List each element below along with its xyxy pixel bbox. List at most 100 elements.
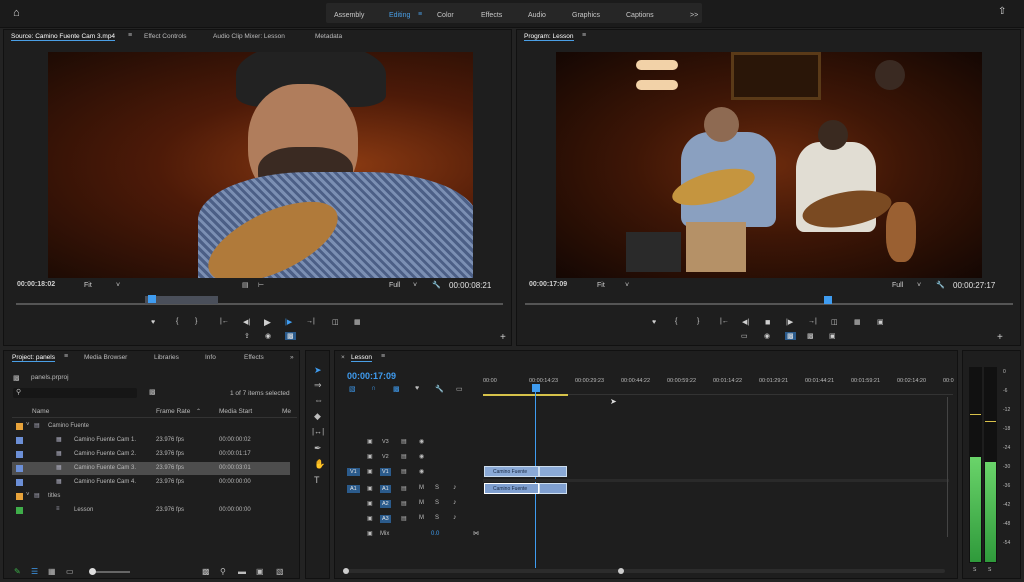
program-quality-select[interactable]: Full xyxy=(892,282,903,289)
tab-sequence[interactable]: Lesson xyxy=(351,354,372,362)
scroll-end-handle[interactable] xyxy=(618,568,624,574)
tab-media-browser[interactable]: Media Browser xyxy=(84,354,127,361)
track-label[interactable]: V2 xyxy=(380,453,391,461)
column-frame-rate[interactable]: Frame Rate xyxy=(156,408,190,415)
share-icon[interactable]: ⇧ xyxy=(998,6,1006,17)
linked-selection-icon[interactable]: ▩ xyxy=(393,385,400,393)
step-back-icon[interactable]: ◀| xyxy=(742,318,749,326)
workspace-effects[interactable]: Effects xyxy=(481,12,502,19)
marker-icon[interactable]: ♥ xyxy=(652,319,656,326)
source-playhead[interactable] xyxy=(148,295,156,303)
lock-icon[interactable]: ▣ xyxy=(367,515,373,522)
solo-right-button[interactable]: S xyxy=(988,567,991,573)
play-icon[interactable]: ▶ xyxy=(264,317,271,328)
compare-icon[interactable]: ▩ xyxy=(285,332,296,340)
source-patch-button[interactable]: V1 xyxy=(347,468,360,476)
track-select-tool-icon[interactable]: ⇒ xyxy=(314,380,322,391)
microphone-icon[interactable]: ♪ xyxy=(453,484,457,491)
track-header-a3[interactable]: ▣ A3 ▤ M S ♪ xyxy=(339,513,479,528)
column-media-end[interactable]: Me xyxy=(282,408,291,415)
tab-libraries[interactable]: Libraries xyxy=(154,354,179,361)
solo-left-button[interactable]: S xyxy=(973,567,976,573)
project-item-row[interactable]: ▦ Camino Fuente Cam 1. 23.976 fps 00:00:00:… xyxy=(12,434,290,447)
export-frame-icon[interactable]: ⇪ xyxy=(244,332,250,340)
label-color-swatch[interactable] xyxy=(16,479,23,486)
column-media-start[interactable]: Media Start xyxy=(219,408,252,415)
chevron-down-icon[interactable]: ˅ xyxy=(26,492,30,498)
automate-icon[interactable]: ▩ xyxy=(202,567,210,576)
search-input[interactable]: ⚲ xyxy=(13,388,137,398)
project-item-row[interactable]: ≡ Lesson 23.976 fps 00:00:00:00 xyxy=(12,504,290,517)
track-header-v2[interactable]: ▣ V2 ▤ ◉ xyxy=(339,451,479,466)
tab-metadata[interactable]: Metadata xyxy=(315,33,342,40)
program-playhead[interactable] xyxy=(824,296,832,304)
razor-tool-icon[interactable]: ◆ xyxy=(314,411,321,422)
selection-tool-icon[interactable]: ➤ xyxy=(314,365,322,376)
trim-icon[interactable]: ▣ xyxy=(877,318,884,326)
tab-program[interactable]: Program: Lesson xyxy=(524,33,574,41)
more-workspaces-button[interactable]: >> xyxy=(690,12,698,19)
microphone-icon[interactable]: ♪ xyxy=(453,499,457,506)
scroll-start-handle[interactable] xyxy=(343,568,349,574)
new-bin-icon[interactable]: ▬ xyxy=(238,567,246,576)
pencil-icon[interactable]: ✎ xyxy=(14,567,21,576)
hand-tool-icon[interactable]: ✋ xyxy=(314,459,325,470)
mark-out-icon[interactable]: } xyxy=(195,318,197,325)
project-item-row[interactable]: ▦ Camino Fuente Cam 4. 23.976 fps 00:00:00:… xyxy=(12,476,290,489)
eye-icon[interactable]: ◉ xyxy=(419,438,424,445)
insert-clip-icon[interactable]: ◫ xyxy=(332,318,339,326)
go-to-out-icon[interactable]: →| xyxy=(808,318,817,325)
audio-clip[interactable]: Camino Fuente xyxy=(484,483,539,494)
sync-lock-icon[interactable]: ▤ xyxy=(401,485,407,492)
settings-icon[interactable]: ▤ xyxy=(242,281,249,289)
step-forward-icon[interactable]: |▶ xyxy=(786,318,793,326)
source-patch-button[interactable]: A1 xyxy=(347,485,360,493)
mark-out-icon[interactable]: } xyxy=(697,318,699,325)
track-header-v3[interactable]: ▣ V3 ▤ ◉ xyxy=(339,436,479,451)
workspace-graphics[interactable]: Graphics xyxy=(572,12,600,19)
mute-icon[interactable]: M xyxy=(419,485,424,491)
expand-icon[interactable]: ⋈ xyxy=(473,530,479,537)
camera-icon[interactable]: ◉ xyxy=(265,332,271,340)
snap-icon[interactable]: ∩ xyxy=(371,385,376,392)
lock-icon[interactable]: ▣ xyxy=(367,530,373,537)
project-item-row[interactable]: ▦ Camino Fuente Cam 3. 23.976 fps 00:00:03:… xyxy=(12,462,290,475)
step-back-icon[interactable]: ◀| xyxy=(243,318,250,326)
source-quality-select[interactable]: Full xyxy=(389,282,400,289)
tab-source[interactable]: Source: Camino Fuente Cam 3.mp4 xyxy=(11,33,116,41)
chevron-down-icon[interactable]: ˅ xyxy=(917,282,921,289)
nest-icon[interactable]: ▧ xyxy=(349,385,356,393)
more-tabs-icon[interactable]: » xyxy=(290,354,294,361)
label-color-swatch[interactable] xyxy=(16,465,23,472)
source-fit-select[interactable]: Fit xyxy=(84,282,92,289)
eye-icon[interactable]: ◉ xyxy=(419,453,424,460)
lift-icon[interactable]: ◫ xyxy=(831,318,838,326)
workspace-editing[interactable]: Editing xyxy=(389,12,410,19)
workspace-menu-icon[interactable]: ≡ xyxy=(418,11,422,18)
sync-lock-icon[interactable]: ▤ xyxy=(401,438,407,445)
timeline-playhead-handle[interactable] xyxy=(532,384,540,392)
time-ruler[interactable]: 00:00 00:00:14:23 00:00:29:23 00:00:44:22 00… xyxy=(483,375,954,395)
chevron-down-icon[interactable]: ˅ xyxy=(625,282,629,289)
horizontal-scrollbar[interactable] xyxy=(345,569,945,573)
workspace-assembly[interactable]: Assembly xyxy=(334,12,364,19)
button-editor-icon[interactable]: ▩ xyxy=(807,332,814,340)
new-bin-icon[interactable]: ▩ xyxy=(149,388,156,396)
comparison-view-icon[interactable]: ▭ xyxy=(741,332,748,340)
workspace-color[interactable]: Color xyxy=(437,12,454,19)
go-to-out-icon[interactable]: →| xyxy=(306,318,315,325)
track-header-a2[interactable]: ▣ A2 ▤ M S ♪ xyxy=(339,498,479,513)
list-view-icon[interactable]: ☰ xyxy=(31,567,38,576)
tab-effect-controls[interactable]: Effect Controls xyxy=(144,33,187,40)
chevron-down-icon[interactable]: ˅ xyxy=(26,422,30,428)
tab-project[interactable]: Project: panels xyxy=(12,354,55,362)
close-icon[interactable]: × xyxy=(341,354,345,361)
source-timecode[interactable]: 00:00:18:02 xyxy=(17,281,55,288)
project-item-row[interactable]: ˅ ▤ Camino Fuente xyxy=(12,420,290,433)
trash-icon[interactable]: ▧ xyxy=(276,567,284,576)
vertical-scrollbar[interactable] xyxy=(947,397,953,537)
add-button-icon[interactable]: + xyxy=(500,332,506,343)
sort-up-icon[interactable]: ⌃ xyxy=(196,408,201,415)
marker-icon[interactable]: ♥ xyxy=(151,319,155,326)
label-color-swatch[interactable] xyxy=(16,437,23,444)
